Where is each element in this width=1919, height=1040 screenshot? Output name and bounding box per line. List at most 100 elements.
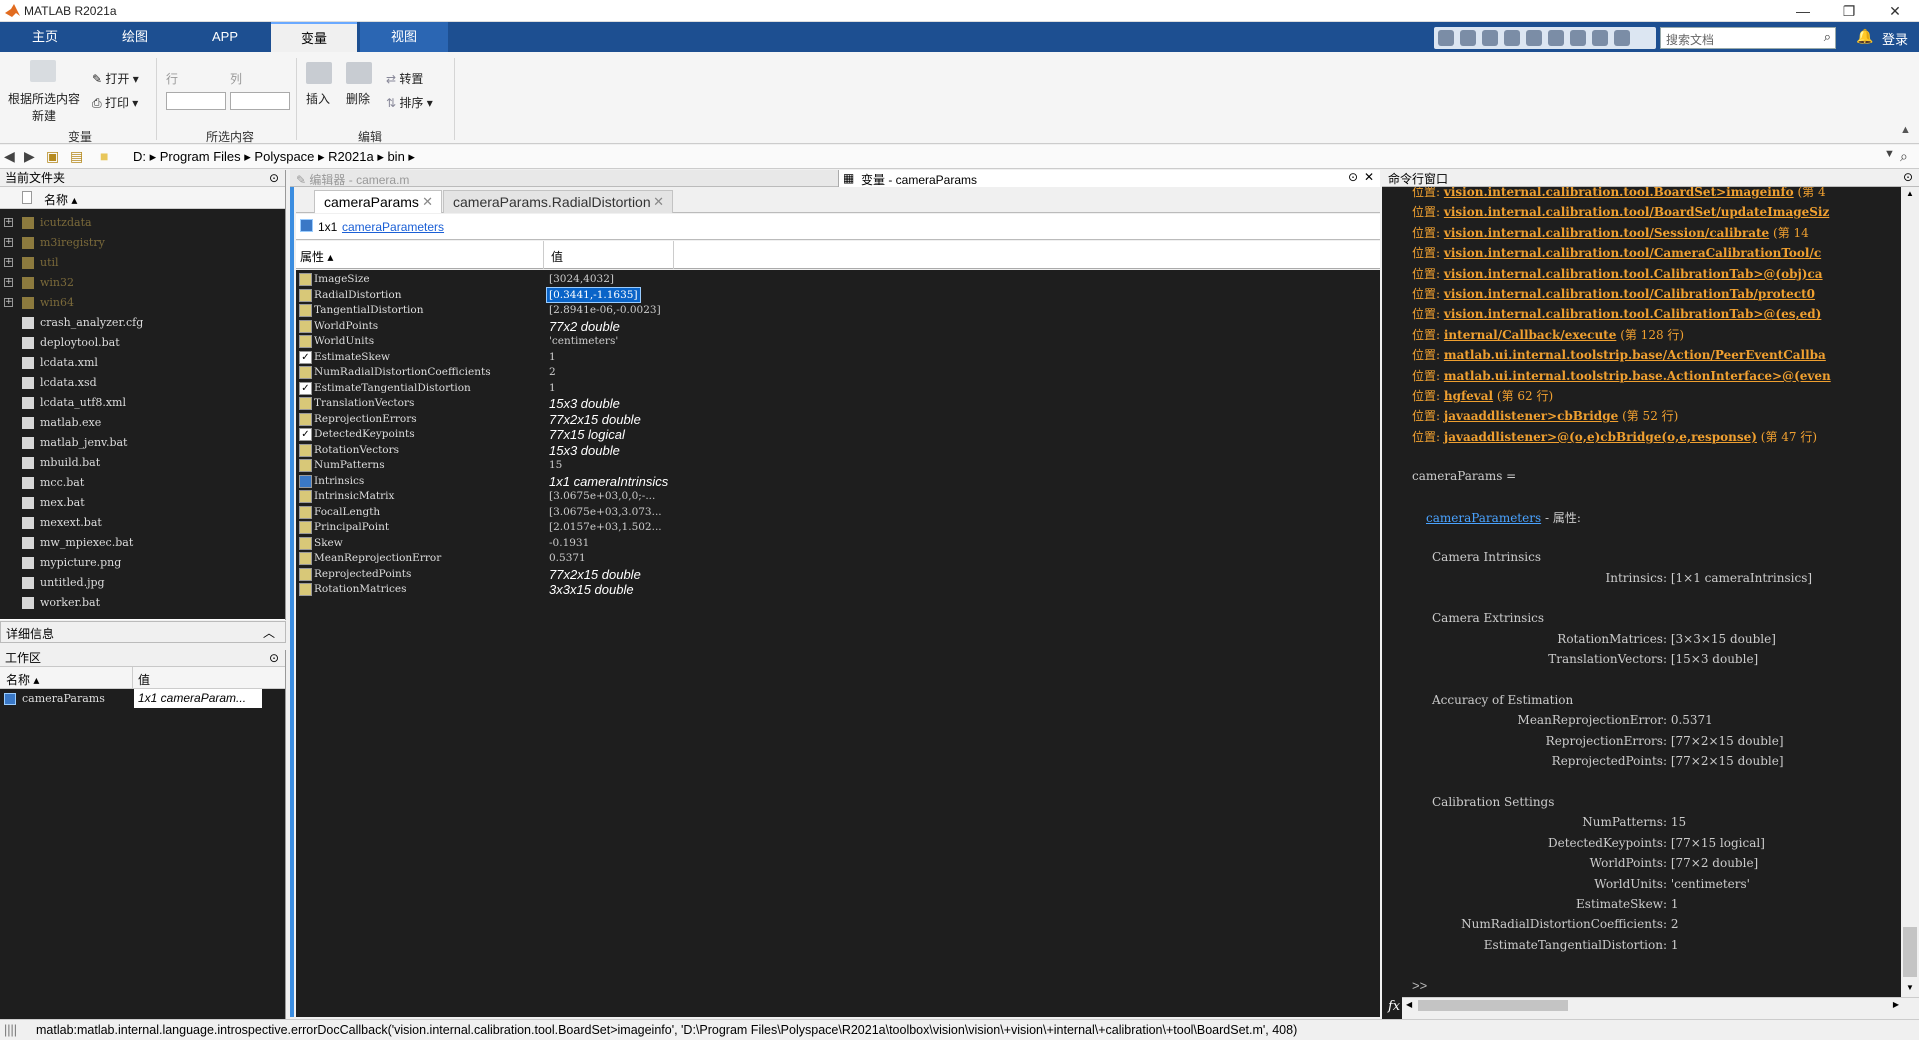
- command-prompt[interactable]: >>: [1412, 978, 1427, 993]
- workspace-row[interactable]: cameraParams 1x1 cameraParam...: [0, 689, 285, 709]
- insert-icon[interactable]: [306, 62, 332, 84]
- command-horizontal-scrollbar[interactable]: ◀ ▶: [1402, 997, 1919, 1013]
- tab-view[interactable]: 视图: [360, 22, 448, 52]
- insert-button[interactable]: 插入: [306, 90, 330, 107]
- breadcrumb-program-files[interactable]: Program Files: [160, 149, 241, 164]
- undo-icon[interactable]: [1526, 30, 1542, 46]
- up-folder-icon[interactable]: ▣: [46, 148, 59, 165]
- expand-icon[interactable]: +: [4, 298, 13, 307]
- panel-menu-icon[interactable]: ⊙: [269, 650, 279, 666]
- class-link[interactable]: cameraParameters: [342, 220, 444, 234]
- trace-link[interactable]: vision.internal.calibration.tool/Calibra…: [1444, 287, 1815, 301]
- folder-list-item[interactable]: + win32: [0, 273, 285, 293]
- property-row[interactable]: RotationMatrices 3x3x15 double: [296, 580, 676, 599]
- file-list-item[interactable]: lcdata.xml: [0, 353, 285, 373]
- minimize-button[interactable]: —: [1780, 0, 1826, 22]
- paste-icon[interactable]: [1504, 30, 1520, 46]
- tab-cameraparams[interactable]: cameraParams ✕: [314, 190, 442, 213]
- collapse-ribbon-icon[interactable]: ▲: [1900, 124, 1911, 136]
- close-var-editor-icon[interactable]: ✕: [1364, 170, 1374, 184]
- delete-button[interactable]: 删除: [346, 90, 370, 107]
- trace-link[interactable]: hgfeval: [1444, 389, 1493, 403]
- browse-folder-icon[interactable]: ▤: [70, 148, 83, 165]
- class-link[interactable]: cameraParameters: [1426, 511, 1541, 525]
- trace-link[interactable]: internal/Callback/execute: [1444, 328, 1616, 342]
- name-column-header[interactable]: 名称 ▴: [44, 191, 77, 208]
- file-list-item[interactable]: deploytool.bat: [0, 333, 285, 353]
- notification-bell-icon[interactable]: 🔔: [1856, 28, 1873, 45]
- file-list-item[interactable]: mexext.bat: [0, 513, 285, 533]
- tab-apps[interactable]: APP: [180, 22, 270, 52]
- print-button[interactable]: ⎙ 打印 ▾: [92, 94, 138, 111]
- folder-list-item[interactable]: + win64: [0, 293, 285, 313]
- close-window-button[interactable]: ✕: [1872, 0, 1918, 22]
- col-input[interactable]: [230, 92, 290, 110]
- scroll-right-icon[interactable]: ▶: [1893, 1000, 1899, 1009]
- scroll-up-icon[interactable]: ▲: [1906, 189, 1914, 198]
- breadcrumb-polyspace[interactable]: Polyspace: [254, 149, 314, 164]
- file-list-item[interactable]: mw_mpiexec.bat: [0, 533, 285, 553]
- file-list-item[interactable]: matlab_jenv.bat: [0, 433, 285, 453]
- tab-variable[interactable]: 变量: [271, 22, 357, 52]
- trace-link[interactable]: vision.internal.calibration.tool/Session…: [1444, 226, 1769, 240]
- expand-icon[interactable]: +: [4, 218, 13, 227]
- ws-name-header[interactable]: 名称 ▴: [6, 671, 39, 688]
- switch-windows-icon[interactable]: [1570, 30, 1586, 46]
- close-tab-icon[interactable]: ✕: [653, 191, 664, 213]
- trace-link[interactable]: vision.internal.calibration.tool/CameraC…: [1444, 246, 1821, 260]
- function-browser-icon[interactable]: fx: [1388, 999, 1400, 1014]
- scroll-left-icon[interactable]: ◀: [1406, 1000, 1412, 1009]
- expand-icon[interactable]: +: [4, 258, 13, 267]
- ws-value-header[interactable]: 值: [138, 671, 150, 688]
- breadcrumb-r2021a[interactable]: R2021a: [328, 149, 374, 164]
- collapse-details-icon[interactable]: ︿: [263, 624, 275, 641]
- close-tab-icon[interactable]: ✕: [422, 191, 433, 213]
- command-vertical-scrollbar[interactable]: ▲ ▼: [1901, 187, 1919, 997]
- search-docs-input[interactable]: 搜索文档 ⌕: [1660, 27, 1836, 49]
- trace-link[interactable]: vision.internal.calibration.tool.Calibra…: [1444, 267, 1823, 281]
- tab-radialdistortion[interactable]: cameraParams.RadialDistortion ✕: [443, 190, 673, 213]
- tab-home[interactable]: 主页: [0, 22, 90, 52]
- breadcrumb-drive[interactable]: D:: [133, 149, 146, 164]
- file-list-item[interactable]: mbuild.bat: [0, 453, 285, 473]
- command-window[interactable]: 位置: vision.internal.calibration.tool.Boa…: [1382, 187, 1901, 997]
- folder-list-item[interactable]: + m3iregistry: [0, 233, 285, 253]
- row-input[interactable]: [166, 92, 226, 110]
- new-variable-icon[interactable]: [30, 60, 56, 82]
- address-dropdown-icon[interactable]: ▼: [1884, 148, 1895, 160]
- details-panel-header[interactable]: 详细信息 ︿: [0, 621, 286, 643]
- tab-plots[interactable]: 绘图: [90, 22, 180, 52]
- current-folder-header[interactable]: 名称 ▴: [0, 187, 285, 209]
- trace-link[interactable]: matlab.ui.internal.toolstrip.base/Action…: [1444, 348, 1826, 362]
- breadcrumb-bin[interactable]: bin: [387, 149, 404, 164]
- save-icon[interactable]: [1438, 30, 1454, 46]
- new-from-selection-label[interactable]: 根据所选内容: [8, 90, 80, 107]
- back-icon[interactable]: ◀: [4, 148, 15, 165]
- file-list-item[interactable]: mypicture.png: [0, 553, 285, 573]
- trace-link[interactable]: vision.internal.calibration.tool/BoardSe…: [1444, 205, 1829, 219]
- editor-tab[interactable]: ✎ 编辑器 - camera.m: [296, 171, 409, 188]
- file-list-item[interactable]: worker.bat: [0, 593, 285, 613]
- var-editor-menu-icon[interactable]: ⊙: [1348, 170, 1358, 184]
- restore-button[interactable]: ❐: [1826, 0, 1872, 22]
- file-list-item[interactable]: matlab.exe: [0, 413, 285, 433]
- file-list-item[interactable]: crash_analyzer.cfg: [0, 313, 285, 333]
- delete-icon[interactable]: [346, 62, 372, 84]
- login-button[interactable]: 登录: [1882, 29, 1908, 48]
- trace-link[interactable]: matlab.ui.internal.toolstrip.base.Action…: [1444, 369, 1831, 383]
- trace-link[interactable]: vision.internal.calibration.tool.BoardSe…: [1444, 187, 1794, 199]
- help-icon[interactable]: [1592, 30, 1608, 46]
- panel-menu-icon[interactable]: ⊙: [1903, 170, 1913, 184]
- file-list-item[interactable]: lcdata.xsd: [0, 373, 285, 393]
- file-list-item[interactable]: lcdata_utf8.xml: [0, 393, 285, 413]
- search-icon[interactable]: ⌕: [1824, 29, 1831, 45]
- expand-icon[interactable]: +: [4, 278, 13, 287]
- new-button[interactable]: 新建: [32, 107, 56, 124]
- folder-list-item[interactable]: + util: [0, 253, 285, 273]
- expand-icon[interactable]: +: [4, 238, 13, 247]
- search-folder-icon[interactable]: ⌕: [1900, 148, 1908, 165]
- scroll-down-icon[interactable]: ▼: [1906, 983, 1914, 992]
- trace-link[interactable]: javaaddlistener>@(o,e)cbBridge(o,e,respo…: [1444, 430, 1757, 444]
- scroll-thumb[interactable]: [1903, 927, 1917, 977]
- hscroll-thumb[interactable]: [1418, 1000, 1568, 1011]
